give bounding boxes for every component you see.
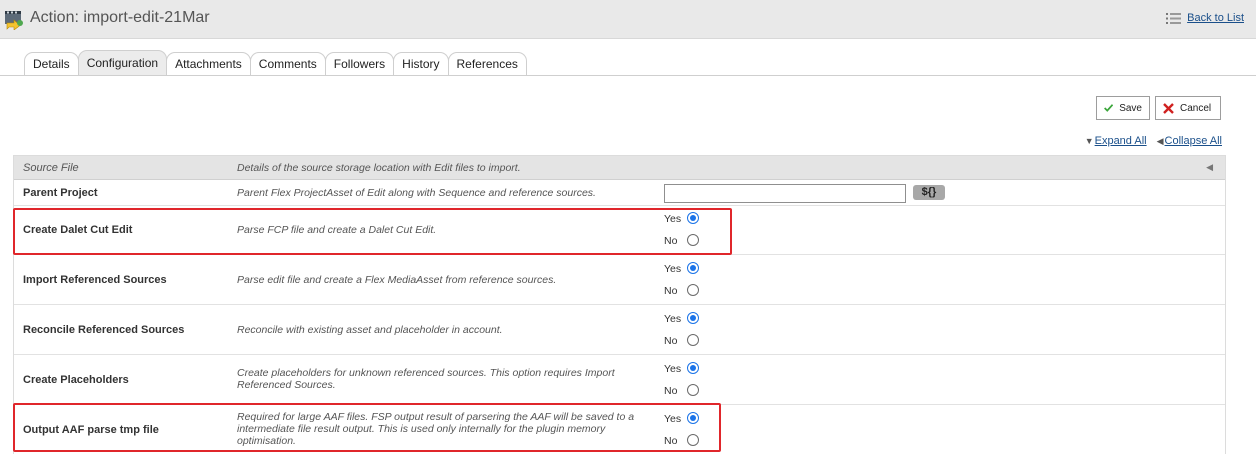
cancel-button[interactable]: Cancel xyxy=(1155,96,1221,120)
variable-button[interactable]: ${} xyxy=(913,185,945,200)
action-icon xyxy=(5,11,23,30)
parent-project-label: Parent Project xyxy=(23,187,98,199)
tab-attachments[interactable]: Attachments xyxy=(166,52,251,75)
close-icon xyxy=(1163,102,1174,114)
cancel-label: Cancel xyxy=(1180,102,1212,114)
output-aaf-yes-radio[interactable] xyxy=(687,412,699,424)
row-reconcile-referenced-sources: Reconcile Referenced Sources Reconcile w… xyxy=(14,305,1225,355)
create-placeholders-description: Create placeholders for unknown referenc… xyxy=(237,367,615,391)
expand-all-label[interactable]: Expand All xyxy=(1095,135,1147,147)
collapse-all-link[interactable]: ◀Collapse All xyxy=(1157,135,1222,147)
row-create-dalet-cut-edit: Create Dalet Cut Edit Parse FCP file and… xyxy=(14,206,1225,255)
output-aaf-label: Output AAF parse tmp file xyxy=(23,424,159,436)
title-bar: Action: import-edit-21Mar Back to List xyxy=(0,0,1256,39)
no-label: No xyxy=(664,335,678,347)
tab-configuration[interactable]: Configuration xyxy=(77,50,168,75)
row-create-placeholders: Create Placeholders Create placeholders … xyxy=(14,355,1225,405)
reconcile-label: Reconcile Referenced Sources xyxy=(23,324,185,336)
expand-collapse-links: ▼Expand All ◀Collapse All xyxy=(1085,135,1222,147)
create-dalet-label: Create Dalet Cut Edit xyxy=(23,224,133,236)
import-sources-yes-radio[interactable] xyxy=(687,262,699,274)
yes-label: Yes xyxy=(664,263,682,275)
tab-comments[interactable]: Comments xyxy=(249,52,326,75)
yes-label: Yes xyxy=(664,413,682,425)
create-dalet-description: Parse FCP file and create a Dalet Cut Ed… xyxy=(237,224,437,236)
tab-references[interactable]: References xyxy=(447,52,527,75)
triangle-left-icon: ◀ xyxy=(1156,136,1164,146)
parent-project-input[interactable] xyxy=(664,184,906,203)
section-description: Details of the source storage location w… xyxy=(237,162,521,174)
tab-details[interactable]: Details xyxy=(24,52,79,75)
page-title: Action: import-edit-21Mar xyxy=(30,9,210,26)
reconcile-description: Reconcile with existing asset and placeh… xyxy=(237,324,503,336)
back-to-list-label[interactable]: Back to List xyxy=(1187,12,1244,24)
no-label: No xyxy=(664,385,678,397)
section-header[interactable]: Source File Details of the source storag… xyxy=(14,156,1225,180)
expand-all-link[interactable]: ▼Expand All xyxy=(1085,135,1147,147)
save-button[interactable]: Save xyxy=(1096,96,1150,120)
check-icon xyxy=(1104,104,1114,112)
yes-label: Yes xyxy=(664,313,682,325)
no-label: No xyxy=(664,235,678,247)
collapse-all-label[interactable]: Collapse All xyxy=(1165,135,1222,147)
tab-history[interactable]: History xyxy=(393,52,449,75)
create-placeholders-no-radio[interactable] xyxy=(687,384,699,396)
create-dalet-yes-radio[interactable] xyxy=(687,212,699,224)
back-to-list-link[interactable]: Back to List xyxy=(1166,12,1244,24)
output-aaf-description: Required for large AAF files. FSP output… xyxy=(237,411,635,447)
config-table: Source File Details of the source storag… xyxy=(13,155,1226,454)
tab-followers[interactable]: Followers xyxy=(324,52,395,75)
yes-label: Yes xyxy=(664,213,682,225)
import-sources-label: Import Referenced Sources xyxy=(23,274,167,286)
section-label: Source File xyxy=(23,162,79,174)
create-placeholders-yes-radio[interactable] xyxy=(687,362,699,374)
no-label: No xyxy=(664,435,678,447)
row-import-referenced-sources: Import Referenced Sources Parse edit fil… xyxy=(14,255,1225,305)
tabs-divider xyxy=(0,75,1256,76)
reconcile-yes-radio[interactable] xyxy=(687,312,699,324)
list-icon xyxy=(1166,12,1182,24)
no-label: No xyxy=(664,285,678,297)
tab-bar: Details Configuration Attachments Commen… xyxy=(24,50,527,75)
collapse-arrow-icon[interactable]: ◀ xyxy=(1206,162,1213,173)
import-sources-no-radio[interactable] xyxy=(687,284,699,296)
triangle-down-icon: ▼ xyxy=(1084,136,1094,146)
parent-project-description: Parent Flex ProjectAsset of Edit along w… xyxy=(237,187,596,199)
create-placeholders-label: Create Placeholders xyxy=(23,374,129,386)
yes-label: Yes xyxy=(664,363,682,375)
row-parent-project: Parent Project Parent Flex ProjectAsset … xyxy=(14,180,1225,206)
row-output-aaf-parse-tmp-file: Output AAF parse tmp file Required for l… xyxy=(14,405,1225,454)
create-dalet-no-radio[interactable] xyxy=(687,234,699,246)
import-sources-description: Parse edit file and create a Flex MediaA… xyxy=(237,274,557,286)
output-aaf-no-radio[interactable] xyxy=(687,434,699,446)
save-label: Save xyxy=(1119,102,1142,114)
reconcile-no-radio[interactable] xyxy=(687,334,699,346)
